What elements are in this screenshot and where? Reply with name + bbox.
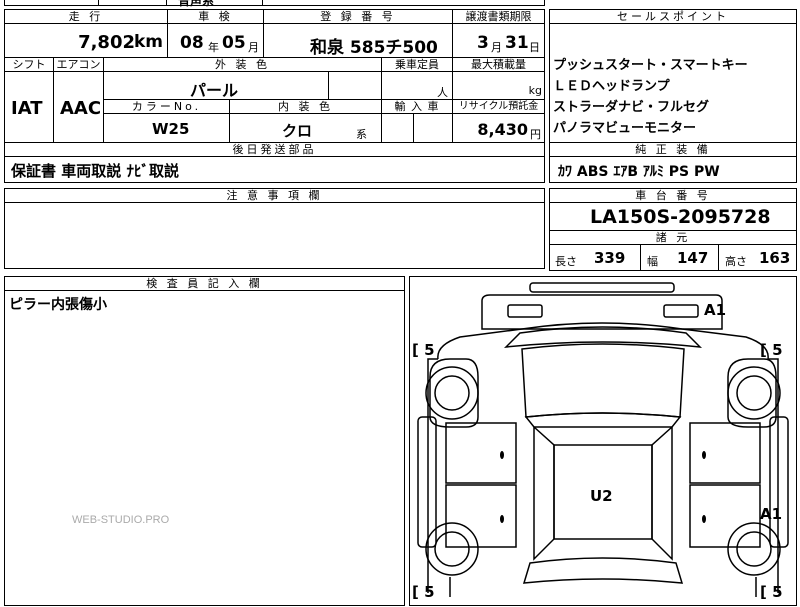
exterior-color-cell: パール bbox=[103, 71, 329, 100]
notes-cell bbox=[4, 202, 545, 269]
chassis-header: 車 台 番 号 bbox=[549, 188, 797, 203]
exterior-color-header: 外 装 色 bbox=[103, 57, 382, 72]
mileage-unit: km bbox=[133, 32, 163, 52]
damage-mark-rear-right: A1 bbox=[760, 505, 783, 523]
width-label: 幅 bbox=[647, 255, 658, 268]
color-no-value: W25 bbox=[152, 120, 190, 138]
import-cell-a bbox=[381, 113, 414, 143]
max-load-cell: kg bbox=[452, 71, 545, 100]
sales-point-item: プッシュスタート・スマートキー bbox=[553, 58, 748, 73]
damage-mark-center: U2 bbox=[590, 487, 613, 505]
transfer-month-unit: 月 bbox=[491, 41, 502, 54]
registration-header: 登 録 番 号 bbox=[263, 9, 453, 24]
tire-label-rear-left: [ 5 bbox=[412, 583, 435, 601]
transfer-deadline-header: 譲渡書類期限 bbox=[452, 9, 545, 24]
mileage-value: 7,802 bbox=[78, 32, 135, 53]
sales-point-item: ストラーダナビ・フルセグ bbox=[553, 100, 710, 115]
exterior-color-extra-cell bbox=[328, 71, 382, 100]
inspector-cell: ピラー内張傷小 bbox=[4, 290, 405, 606]
standard-equipment-header: 純 正 装 備 bbox=[549, 142, 797, 157]
top-remnant-divider bbox=[98, 0, 99, 6]
interior-color-header: 内 装 色 bbox=[229, 99, 382, 114]
inspection-month-unit: 月 bbox=[248, 41, 259, 54]
inspection-header: 車 検 bbox=[167, 9, 264, 24]
top-remnant-divider bbox=[262, 0, 263, 6]
import-cell-b bbox=[413, 113, 453, 143]
recycle-fee-cell: 8,430 円 bbox=[452, 113, 545, 143]
chassis-value: LA150S-2095728 bbox=[590, 206, 771, 228]
width-value: 147 bbox=[677, 249, 709, 267]
later-parts-cell: 保証書 車両取説 ﾅﾋﾞ取説 bbox=[4, 156, 545, 183]
aircon-cell: AAC bbox=[53, 71, 104, 143]
dimensions-width-cell: 幅 147 bbox=[640, 244, 719, 271]
mileage-cell: 7,802 km bbox=[4, 23, 168, 58]
standard-equipment-value: ｶﾜ ABS ｴｱB ｱﾙﾐ PS PW bbox=[558, 164, 720, 180]
sales-points-cell: プッシュスタート・スマートキー ＬＥＤヘッドランプ ストラーダナビ・フルセグ パ… bbox=[549, 23, 797, 143]
sales-points-header: セールスポイント bbox=[549, 9, 797, 24]
transfer-day: 31 bbox=[505, 33, 529, 53]
damage-mark-front-right: A1 bbox=[704, 301, 727, 319]
tire-label-front-left: [ 5 bbox=[412, 341, 435, 359]
interior-color-cell: クロ 系 bbox=[229, 113, 382, 143]
exterior-color-value: パール bbox=[190, 81, 239, 100]
inspection-year: 08 bbox=[180, 33, 204, 53]
aircon-value: AAC bbox=[60, 98, 102, 119]
length-value: 339 bbox=[594, 249, 626, 267]
mileage-header: 走 行 bbox=[4, 9, 168, 24]
height-label: 高さ bbox=[725, 255, 747, 268]
import-header: 輸 入 車 bbox=[381, 99, 453, 114]
interior-color-value: クロ bbox=[282, 122, 313, 140]
registration-cell: 和泉 585チ500 bbox=[263, 23, 453, 58]
recycle-fee-value: 8,430 bbox=[477, 120, 528, 139]
height-value: 163 bbox=[759, 249, 791, 267]
color-no-header: カラーNo. bbox=[103, 99, 230, 114]
max-load-header: 最大積載量 bbox=[452, 57, 545, 72]
later-parts-header: 後日発送部品 bbox=[4, 142, 545, 157]
tire-label-rear-right: [ 5 bbox=[760, 583, 783, 601]
inspection-cell: 08 年 05 月 bbox=[167, 23, 264, 58]
capacity-header: 乗車定員 bbox=[381, 57, 453, 72]
inspector-value: ピラー内張傷小 bbox=[9, 297, 107, 313]
damage-diagram-panel: [ 5 [ 5 [ 5 [ 5 A1 U2 A1 bbox=[409, 276, 797, 606]
inspection-month: 05 bbox=[222, 33, 246, 53]
inspection-year-unit: 年 bbox=[208, 41, 219, 54]
transfer-month: 3 bbox=[477, 33, 489, 53]
notes-header: 注 意 事 項 欄 bbox=[4, 188, 545, 203]
top-remnant-divider bbox=[166, 0, 167, 6]
recycle-fee-unit: 円 bbox=[530, 128, 541, 141]
dimensions-length-cell: 長さ 339 bbox=[549, 244, 641, 271]
standard-equipment-cell: ｶﾜ ABS ｴｱB ｱﾙﾐ PS PW bbox=[549, 156, 797, 183]
capacity-cell: 人 bbox=[381, 71, 453, 100]
shift-cell: IAT bbox=[4, 71, 54, 143]
sales-point-item: パノラマビューモニター bbox=[553, 121, 697, 136]
watermark: WEB-STUDIO.PRO bbox=[72, 514, 170, 526]
registration-value: 和泉 585チ500 bbox=[310, 38, 438, 58]
shift-value: IAT bbox=[11, 98, 43, 119]
car-outline-diagram bbox=[417, 282, 789, 597]
later-parts-value: 保証書 車両取説 ﾅﾋﾞ取説 bbox=[11, 162, 179, 180]
dimensions-header: 諸 元 bbox=[549, 230, 797, 245]
transfer-day-unit: 日 bbox=[529, 41, 540, 54]
aircon-header: エアコン bbox=[53, 57, 104, 72]
top-remnant-text: 音声系 bbox=[178, 0, 215, 8]
max-load-unit: kg bbox=[528, 84, 542, 97]
recycle-fee-header: リサイクル預託金 bbox=[452, 99, 545, 114]
inspector-header: 検 査 員 記 入 欄 bbox=[4, 276, 405, 291]
chassis-cell: LA150S-2095728 bbox=[549, 202, 797, 231]
top-remnant-row bbox=[4, 0, 545, 6]
sales-point-item: ＬＥＤヘッドランプ bbox=[553, 79, 670, 94]
interior-color-suffix: 系 bbox=[356, 128, 367, 141]
transfer-deadline-cell: 3 月 31 日 bbox=[452, 23, 545, 58]
dimensions-height-cell: 高さ 163 bbox=[718, 244, 797, 271]
shift-header: シフト bbox=[4, 57, 54, 72]
length-label: 長さ bbox=[555, 255, 577, 268]
tire-label-front-right: [ 5 bbox=[760, 341, 783, 359]
capacity-unit: 人 bbox=[437, 86, 448, 99]
color-no-cell: W25 bbox=[103, 113, 230, 143]
